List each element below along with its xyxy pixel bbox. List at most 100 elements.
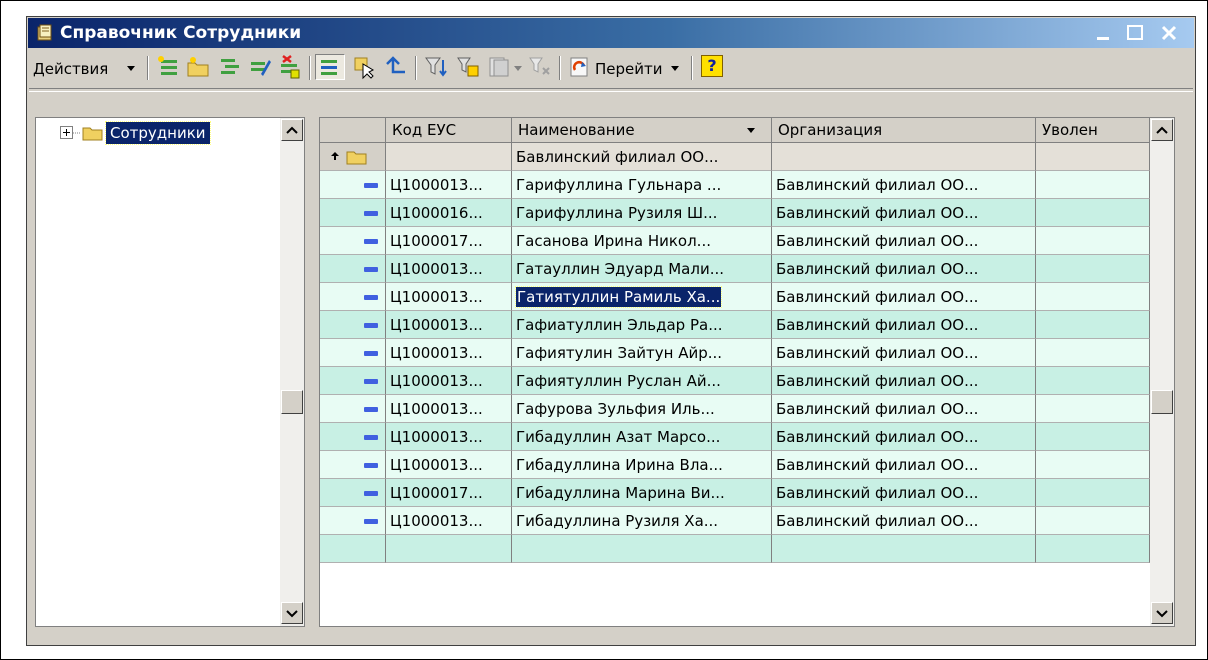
- grid-scroll-thumb[interactable]: [1151, 390, 1173, 414]
- name-cell-text: Гатиятуллин Рамиль Ха...: [514, 286, 723, 308]
- name-cell-text: Гибадуллина Марина Ви...: [516, 484, 725, 502]
- organization-cell-text: Бавлинский филиал ОО...: [776, 484, 979, 502]
- table-row-partial: [320, 535, 1150, 563]
- level-up-icon: [331, 152, 339, 160]
- organization-cell: Бавлинский филиал ОО...: [772, 423, 1036, 451]
- name-cell-text: Гарифуллина Гульнара ...: [516, 176, 722, 194]
- organization-cell: Бавлинский филиал ОО...: [772, 199, 1036, 227]
- select-cursor-icon[interactable]: [351, 54, 377, 80]
- row-header: [320, 311, 386, 339]
- table-row[interactable]: Ц1000017... Гибадуллина Марина Ви... Бавли…: [320, 479, 1150, 507]
- filter-by-value-icon[interactable]: [455, 54, 481, 80]
- grid-scroll-down-button[interactable]: [1151, 602, 1173, 624]
- code-cell-text: Ц1000013...: [390, 372, 483, 390]
- name-cell: Гатауллин Эдуард Мали...: [512, 255, 772, 283]
- organization-cell-text: Бавлинский филиал ОО...: [776, 260, 979, 278]
- tree-node-label: Сотрудники: [105, 121, 211, 145]
- partial-cell: [512, 535, 772, 563]
- row-header: [320, 227, 386, 255]
- code-cell: Ц1000013...: [386, 395, 512, 423]
- copy-item-icon[interactable]: [217, 54, 243, 80]
- grid-scroll-up-button[interactable]: [1151, 119, 1173, 141]
- name-cell: Гибадуллина Рузиля Ха...: [512, 507, 772, 535]
- table-row[interactable]: Ц1000013... Гибадуллина Рузиля Ха... Бавли…: [320, 507, 1150, 535]
- table-row[interactable]: Ц1000013... Гафиятулин Зайтун Айр... Бавли…: [320, 339, 1150, 367]
- name-cell-text: Гафиятулин Зайтун Айр...: [516, 344, 723, 362]
- group-name-cell: Бавлинский филиал ОО...: [512, 143, 772, 171]
- sort-desc-icon: [747, 128, 755, 133]
- tree-scroll-thumb[interactable]: [281, 390, 303, 414]
- help-button[interactable]: ?: [699, 54, 725, 80]
- column-header-code[interactable]: Код ЕУС: [386, 118, 512, 143]
- tree-scroll-up-button[interactable]: [281, 119, 303, 141]
- code-cell-text: Ц1000013...: [390, 512, 483, 530]
- dropdown-arrow-icon[interactable]: [513, 54, 523, 80]
- code-cell: Ц1000013...: [386, 171, 512, 199]
- table-row[interactable]: Ц1000013... Гатиятуллин Рамиль Ха... Бавли…: [320, 283, 1150, 311]
- table-row[interactable]: Ц1000013... Гибадуллин Азат Марсо... Бавли…: [320, 423, 1150, 451]
- close-icon: [1161, 25, 1177, 41]
- organization-cell: Бавлинский филиал ОО...: [772, 255, 1036, 283]
- element-dash-icon: [364, 407, 378, 412]
- code-cell: Ц1000013...: [386, 423, 512, 451]
- partial-cell: [386, 535, 512, 563]
- fired-cell: [1036, 451, 1150, 479]
- catalog-book-icon: [37, 24, 52, 41]
- tree-scroll-down-button[interactable]: [281, 602, 303, 624]
- table-row[interactable]: Ц1000013... Гатауллин Эдуард Мали... Бавли…: [320, 255, 1150, 283]
- toolbar-divider: [29, 88, 1193, 92]
- code-cell: Ц1000013...: [386, 311, 512, 339]
- element-dash-icon: [364, 351, 378, 356]
- organization-cell-text: Бавлинский филиал ОО...: [776, 288, 979, 306]
- table-row[interactable]: Ц1000013... Гафурова Зульфия Иль... Бавлин…: [320, 395, 1150, 423]
- element-dash-icon: [364, 519, 378, 524]
- minimize-button[interactable]: [1090, 20, 1116, 46]
- name-cell-text: Гафиатуллин Эльдар Ра...: [516, 316, 723, 334]
- organization-cell: Бавлинский филиал ОО...: [772, 311, 1036, 339]
- organization-cell-text: Бавлинский филиал ОО...: [776, 428, 979, 446]
- add-item-icon[interactable]: [155, 54, 181, 80]
- table-row[interactable]: Ц1000016... Гарифуллина Рузиля Ш... Бавлин…: [320, 199, 1150, 227]
- table-row[interactable]: Ц1000013... Гафиатуллин Эльдар Ра... Бавли…: [320, 311, 1150, 339]
- code-cell-text: Ц1000013...: [390, 260, 483, 278]
- grid-scrollbar[interactable]: [1150, 118, 1174, 626]
- table-row[interactable]: Ц1000013... Гафиятуллин Руслан Ай... Бавли…: [320, 367, 1150, 395]
- name-cell: Гафиатуллин Эльдар Ра...: [512, 311, 772, 339]
- code-cell: Ц1000013...: [386, 451, 512, 479]
- folder-icon: [82, 127, 103, 141]
- fired-cell: [1036, 199, 1150, 227]
- header-corner: [320, 118, 386, 143]
- name-cell-text: Гарифуллина Рузиля Ш...: [516, 204, 718, 222]
- filter-history-icon[interactable]: [487, 54, 513, 80]
- catalog-window: Справочник Сотрудники Действия Перейти ?…: [26, 16, 1196, 646]
- expand-plus-icon[interactable]: [60, 126, 74, 140]
- fired-cell: [1036, 311, 1150, 339]
- delete-mark-icon[interactable]: [277, 54, 303, 80]
- goto-menu-button[interactable]: Перейти: [567, 54, 687, 80]
- table-row[interactable]: Ц1000013... Гибадуллина Ирина Вла... Бавли…: [320, 451, 1150, 479]
- organization-cell: Бавлинский филиал ОО...: [772, 367, 1036, 395]
- chevron-down-icon: [1156, 610, 1168, 618]
- group-row[interactable]: Бавлинский филиал ОО...: [320, 143, 1150, 171]
- actions-menu-button[interactable]: Действия: [31, 54, 141, 80]
- clear-filter-icon[interactable]: [527, 54, 553, 80]
- maximize-button[interactable]: [1122, 20, 1148, 46]
- table-row[interactable]: Ц1000017... Гасанова Ирина Никол... Бавлин…: [320, 227, 1150, 255]
- title-bar[interactable]: Справочник Сотрудники: [28, 18, 1194, 48]
- code-cell-text: Ц1000013...: [390, 456, 483, 474]
- fired-cell: [1036, 479, 1150, 507]
- edit-item-icon[interactable]: [247, 54, 273, 80]
- filter-sort-icon[interactable]: [423, 54, 449, 80]
- organization-cell-text: Бавлинский филиал ОО...: [776, 232, 979, 250]
- close-button[interactable]: [1156, 20, 1182, 46]
- column-header-fired[interactable]: Уволен: [1036, 118, 1150, 143]
- column-header-name[interactable]: Наименование: [512, 118, 772, 143]
- column-header-organization[interactable]: Организация: [772, 118, 1036, 143]
- tree-scrollbar[interactable]: [280, 118, 304, 626]
- hierarchy-toggle-button[interactable]: [315, 54, 345, 80]
- table-row[interactable]: Ц1000013... Гарифуллина Гульнара ... Бавли…: [320, 171, 1150, 199]
- toolbar: Действия Перейти ?: [29, 50, 1193, 86]
- add-folder-icon[interactable]: [185, 54, 211, 80]
- move-up-level-icon[interactable]: [383, 54, 409, 80]
- column-header-name-label: Наименование: [518, 121, 635, 139]
